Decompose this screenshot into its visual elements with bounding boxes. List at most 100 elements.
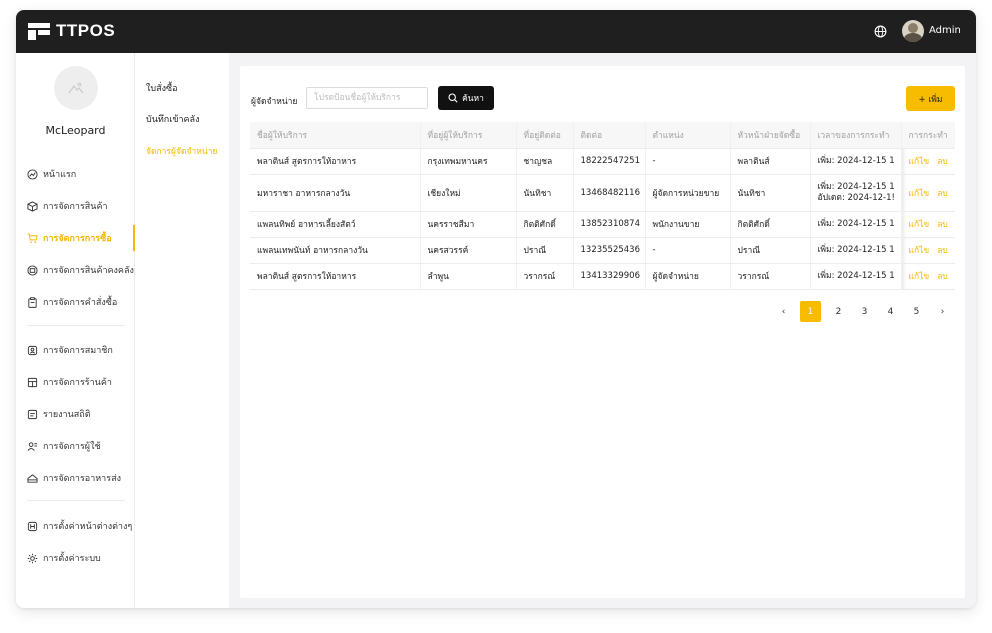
contact-phone: 13235525436 — [572, 237, 645, 264]
sidebar-item-label: การจัดการการซื้อ — [43, 234, 112, 244]
pagination-page-2[interactable]: 2 — [828, 301, 849, 322]
pagination-page-1[interactable]: 1 — [800, 301, 821, 322]
column-header-address: ที่อยู่ผู้ให้บริการ — [419, 122, 516, 149]
sidebar-item-label: การจัดการอาหารส่ง — [43, 474, 121, 484]
row-actions: แก้ไข ลบ — [900, 211, 955, 238]
sidebar-item-users[interactable]: การจัดการผู้ใช้ — [16, 433, 135, 459]
contact-position: พนักงานขาย — [644, 211, 730, 238]
edit-link[interactable]: แก้ไข — [909, 246, 930, 256]
user-avatar[interactable] — [902, 20, 924, 42]
added-time: เพิ่ม: 2024-12-15 1 — [817, 155, 895, 166]
box-icon — [27, 200, 38, 212]
delete-link[interactable]: ลบ — [937, 272, 948, 282]
table-row: พลาตินส์ สูตรการให้อาหาร ลำพูน วรากรณ์ 1… — [250, 263, 955, 290]
image-placeholder-icon — [68, 82, 84, 94]
logo[interactable]: TTPOS — [28, 21, 115, 41]
store-icon — [27, 377, 38, 387]
delete-link[interactable]: ลบ — [937, 246, 948, 256]
row-actions: แก้ไข ลบ — [900, 148, 955, 175]
sidebar-item-delivery[interactable]: การจัดการอาหารส่ง — [16, 465, 135, 491]
app-window: TTPOS Admin McLeopard หน้าแรก การจัดการส… — [16, 10, 976, 608]
sidebar-item-stores[interactable]: การจัดการร้านค้า — [16, 369, 135, 395]
contact-position: ผู้จัดการหน่วยขาย — [644, 174, 730, 212]
supplier-table: ชื่อผู้ให้บริการ ที่อยู่ผู้ให้บริการ ที่… — [250, 122, 955, 290]
supplier-name: พลาตินส์ สูตรการให้อาหาร — [250, 148, 420, 175]
delete-link[interactable]: ลบ — [937, 189, 948, 199]
profile-avatar[interactable] — [54, 66, 98, 110]
sidebar-item-home[interactable]: หน้าแรก — [16, 161, 135, 187]
column-header-action-time: เวลาของการกระทำ — [809, 122, 901, 149]
table-row: แพลนทิพย์ อาหารเลี้ยงสัตว์ นครราชสีมา กิ… — [250, 211, 955, 238]
contact-address: ชาญชล — [515, 148, 573, 175]
contact-address: นันทิชา — [515, 174, 573, 212]
globe-icon[interactable] — [874, 25, 887, 38]
supplier-search-input[interactable] — [306, 87, 428, 109]
sidebar-item-inventory[interactable]: การจัดการสินค้าคงคลัง — [16, 257, 135, 283]
sidebar-item-system-settings[interactable]: การตั้งค่าระบบ — [16, 545, 135, 571]
subnav-item-purchase-orders[interactable]: ใบสั่งซื้อ — [146, 81, 178, 95]
delete-link[interactable]: ลบ — [937, 157, 948, 167]
main-panel: ผู้จัดจำหน่าย ค้นหา + เพิ่ม ชื่อผู้ให้บร… — [240, 66, 965, 598]
cart-icon — [27, 232, 38, 243]
sidebar-item-label: การจัดการผู้ใช้ — [43, 442, 101, 452]
clipboard-icon — [28, 296, 37, 308]
sidebar-item-label: การตั้งค่าหน้าต่างต่างๆ — [43, 522, 133, 532]
column-header-phone: ติดต่อ — [572, 122, 645, 149]
contact-position: - — [644, 237, 730, 264]
sidebar-item-label: การจัดการสินค้าคงคลัง — [43, 266, 134, 276]
add-supplier-button[interactable]: + เพิ่ม — [906, 86, 955, 111]
edit-link[interactable]: แก้ไข — [909, 157, 930, 167]
contact-phone: 18222547251 — [572, 148, 645, 175]
purchasing-head: กิตติศักดิ์ — [729, 211, 810, 238]
pagination-next[interactable]: › — [932, 301, 953, 322]
pagination-page-5[interactable]: 5 — [906, 301, 927, 322]
contact-address: วรากรณ์ — [515, 263, 573, 290]
purchasing-head: นันทิชา — [729, 174, 810, 212]
pagination-prev[interactable]: ‹ — [773, 301, 794, 322]
action-time: เพิ่ม: 2024-12-15 1 อัปเดต: 2024-12-1! — [809, 174, 901, 212]
contact-position: - — [644, 148, 730, 175]
row-actions: แก้ไข ลบ — [900, 237, 955, 264]
delete-link[interactable]: ลบ — [937, 220, 948, 230]
supplier-address: กรุงเทพมหานคร — [419, 148, 516, 175]
supplier-search-label: ผู้จัดจำหน่าย — [251, 97, 298, 107]
sidebar-item-purchasing[interactable]: การจัดการการซื้อ — [16, 225, 135, 251]
sidebar-item-products[interactable]: การจัดการสินค้า — [16, 193, 135, 219]
sidebar-item-window-settings[interactable]: การตั้งค่าหน้าต่างต่างๆ — [16, 513, 135, 539]
added-time: เพิ่ม: 2024-12-15 1 — [817, 218, 895, 229]
edit-link[interactable]: แก้ไข — [909, 220, 930, 230]
subnav-item-suppliers[interactable]: จัดการผู้จัดจำหน่าย — [146, 144, 217, 158]
users-icon — [27, 441, 38, 451]
search-button[interactable]: ค้นหา — [438, 86, 494, 110]
sidebar-item-label: การจัดการคำสั่งซื้อ — [43, 298, 118, 308]
added-time: เพิ่ม: 2024-12-15 1 — [817, 270, 895, 281]
gear-icon — [27, 553, 38, 563]
logo-mark-icon — [28, 22, 50, 40]
sidebar-item-label: รายงานสถิติ — [43, 410, 91, 420]
supplier-name: มหาราชา อาหารกลางวัน — [250, 174, 420, 212]
edit-link[interactable]: แก้ไข — [909, 189, 930, 199]
contact-address: ปราณี — [515, 237, 573, 264]
search-icon — [448, 93, 458, 103]
column-header-position: ตำแหน่ง — [644, 122, 730, 149]
supplier-name: แพลนทิพย์ อาหารเลี้ยงสัตว์ — [250, 211, 420, 238]
edit-link[interactable]: แก้ไข — [909, 272, 930, 282]
user-name[interactable]: Admin — [929, 25, 961, 36]
sidebar-item-orders[interactable]: การจัดการคำสั่งซื้อ — [16, 289, 135, 315]
purchasing-head: วรากรณ์ — [729, 263, 810, 290]
subnav-item-stock-in[interactable]: บันทึกเข้าคลัง — [146, 112, 199, 126]
column-header-name: ชื่อผู้ให้บริการ — [250, 122, 420, 149]
contact-address: กิตติศักดิ์ — [515, 211, 573, 238]
sidebar-item-reports[interactable]: รายงานสถิติ — [16, 401, 135, 427]
added-time: เพิ่ม: 2024-12-15 1 — [817, 181, 895, 192]
table-row: พลาตินส์ สูตรการให้อาหาร กรุงเทพมหานคร ช… — [250, 148, 955, 175]
action-time: เพิ่ม: 2024-12-15 1 — [809, 211, 901, 238]
sidebar-item-label: การจัดการสินค้า — [43, 202, 108, 212]
pagination-page-3[interactable]: 3 — [854, 301, 875, 322]
logo-text: TTPOS — [56, 21, 116, 40]
supplier-name: แพลนเทพนันท์ อาหารกลางวัน — [250, 237, 420, 264]
sidebar-item-label: การตั้งค่าระบบ — [43, 554, 101, 564]
sidebar-item-members[interactable]: การจัดการสมาชิก — [16, 337, 135, 363]
pagination-page-4[interactable]: 4 — [880, 301, 901, 322]
supplier-address: ลำพูน — [419, 263, 516, 290]
